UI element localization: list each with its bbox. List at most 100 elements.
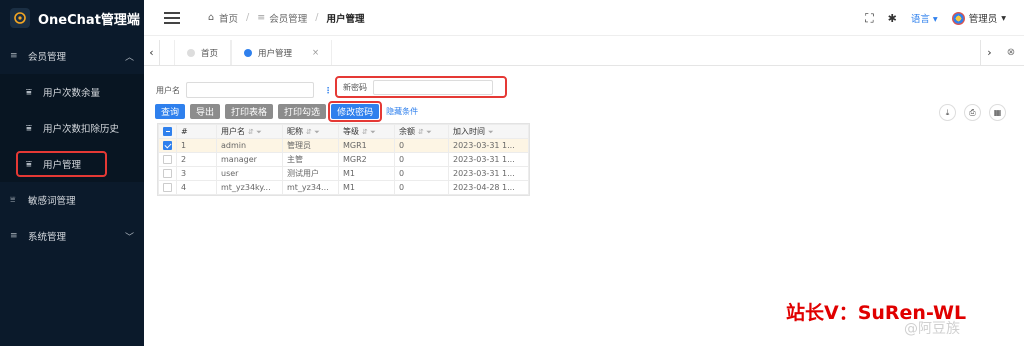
sidebar-group-system[interactable]: ≡ 系统管理 ﹀ [0,218,144,254]
col-label: 等级 [343,127,359,136]
cell-nickname: 测试用户 [282,166,339,181]
sidebar-menu: ≡ 会员管理 ︿ ⩸ 用户次数余量 ⩸ 用户次数扣除历史 ⩸ 用户管理 ⩸ 敏感… [0,38,144,254]
export-button[interactable]: 导出 [190,104,221,119]
sort-filter-icon[interactable]: ⇵ ⏷ [306,128,320,136]
avatar [951,11,965,25]
row-checkbox[interactable] [163,169,172,178]
tab-label: 首页 [201,48,219,59]
hamburger-icon[interactable] [164,11,180,24]
sort-filter-icon[interactable]: ⇵ ⏷ [248,128,262,136]
table-tools: ⤓ ⎙ ▦ [939,104,1006,121]
app-logo-icon [10,8,30,28]
new-password-input[interactable] [373,79,493,95]
sidebar-group-sensitive-words[interactable]: ⩸ 敏感词管理 [0,182,144,218]
col-nickname[interactable]: 昵称 ⇵ ⏷ [282,124,339,139]
language-switcher[interactable]: 语言 ▾ [911,11,938,25]
select-all-checkbox-cell[interactable] [158,124,177,139]
col-label: 用户名 [221,127,245,136]
close-icon[interactable]: × [312,48,319,58]
cell-level: MGR2 [338,152,395,167]
breadcrumb-home[interactable]: 首页 [219,11,238,25]
select-all-checkbox[interactable] [163,127,172,136]
hide-conditions-link[interactable]: 隐藏条件 [386,106,418,117]
user-menu[interactable]: 管理员 ▾ [951,11,1006,25]
app-title: OneChat管理端 [38,12,140,28]
username-label: 用户名 [156,85,180,95]
cell-username: manager [216,152,283,167]
cell-username: mt_yz34ky... [216,180,283,195]
cell-level: MGR1 [338,138,395,153]
filter-row: 用户名 ⋮ [156,82,332,98]
query-button[interactable]: 查询 [155,104,186,119]
more-vertical-icon[interactable]: ⋮ [324,86,332,95]
print-table-button[interactable]: 打印表格 [225,104,274,119]
close-all-tabs-icon[interactable]: ⊗ [998,40,1024,65]
sort-filter-icon[interactable]: ⇵ ⏷ [418,128,432,136]
cell-index: 1 [176,138,217,153]
sort-filter-icon[interactable]: ⇵ ⏷ [362,128,376,136]
highlight-box [16,151,107,177]
tab-dot-icon [187,48,195,57]
tabs-scroll-left-icon[interactable]: ‹ [144,40,160,65]
col-balance[interactable]: 余额 ⇵ ⏷ [394,124,449,139]
watermark-handle: @阿豆族 [904,321,960,337]
download-icon[interactable]: ⤓ [939,104,956,121]
tabs-scroll-right-icon[interactable]: › [980,40,998,65]
bug-icon[interactable]: ✱ [888,12,897,25]
cell-username: user [216,166,283,181]
table-row[interactable]: 3 user 测试用户 M1 0 2023-03-31 1... [158,166,529,181]
username-input[interactable] [186,82,314,98]
breadcrumb-member[interactable]: 会员管理 [269,11,307,25]
sidebar-group-member[interactable]: ≡ 会员管理 ︿ [0,38,144,74]
change-password-wrap: 修改密码 [328,101,383,122]
sidebar-group-label: 系统管理 [28,232,67,243]
col-label: 余额 [399,127,415,136]
brand: OneChat管理端 [0,0,144,36]
change-password-button[interactable]: 修改密码 [331,104,380,119]
col-username[interactable]: 用户名 ⇵ ⏷ [216,124,283,139]
sidebar-item-label: 用户次数余量 [43,88,101,99]
sidebar-group-label: 会员管理 [28,52,67,63]
filter-icon: ⩸ [10,195,16,205]
breadcrumb-separator: / [246,12,250,23]
col-label: 昵称 [287,127,303,136]
user-table: # 用户名 ⇵ ⏷ 昵称 ⇵ ⏷ 等级 ⇵ ⏷ 余额 ⇵ ⏷ 加入时间 ⏷ 1 admin… [157,123,530,196]
filter-icon: ⩸ [26,122,32,134]
table-row[interactable]: 1 admin 管理员 MGR1 0 2023-03-31 1... [158,138,529,153]
sidebar-submenu: ⩸ 用户次数余量 ⩸ 用户次数扣除历史 ⩸ 用户管理 [0,74,144,182]
chevron-up-icon: ︿ [124,52,134,63]
cell-joined: 2023-03-31 1... [448,152,529,167]
header-actions: ⛶ ✱ 语言 ▾ 管理员 ▾ [865,0,1006,36]
chevron-down-icon: ﹀ [124,232,134,243]
tab-user-management[interactable]: 用户管理 × [231,40,333,65]
row-checkbox[interactable] [163,155,172,164]
sidebar-item-usage-balance[interactable]: ⩸ 用户次数余量 [0,74,144,110]
col-index: # [176,124,217,139]
cell-index: 2 [176,152,217,167]
row-checkbox[interactable] [163,141,172,150]
row-checkbox[interactable] [163,183,172,192]
menu-list-icon: ≡ [10,51,18,61]
col-joined[interactable]: 加入时间 ⏷ [448,124,529,139]
sidebar-item-user-management[interactable]: ⩸ 用户管理 [0,146,144,182]
fullscreen-icon[interactable]: ⛶ [865,11,873,26]
table-header-row: # 用户名 ⇵ ⏷ 昵称 ⇵ ⏷ 等级 ⇵ ⏷ 余额 ⇵ ⏷ 加入时间 ⏷ [158,124,529,139]
table-row[interactable]: 2 manager 主管 MGR2 0 2023-03-31 1... [158,152,529,167]
breadcrumb: ⌂ 首页 / ≡ 会员管理 / 用户管理 [208,11,364,25]
sidebar-item-deduction-history[interactable]: ⩸ 用户次数扣除历史 [0,110,144,146]
cell-balance: 0 [394,138,449,153]
sidebar-group-label: 敏感词管理 [28,196,76,207]
breadcrumb-current: 用户管理 [326,13,365,25]
cell-balance: 0 [394,180,449,195]
cell-index: 4 [176,180,217,195]
menu-list-icon: ≡ [10,231,18,241]
tab-home[interactable]: 首页 [174,40,232,65]
filter-icon[interactable]: ⏷ [488,128,494,136]
print-icon[interactable]: ⎙ [964,104,981,121]
col-label: 加入时间 [453,127,485,136]
cell-index: 3 [176,166,217,181]
print-selected-button[interactable]: 打印勾选 [278,104,327,119]
table-row[interactable]: 4 mt_yz34ky... mt_yz34... M1 0 2023-04-2… [158,180,529,195]
columns-icon[interactable]: ▦ [989,104,1006,121]
col-level[interactable]: 等级 ⇵ ⏷ [338,124,395,139]
